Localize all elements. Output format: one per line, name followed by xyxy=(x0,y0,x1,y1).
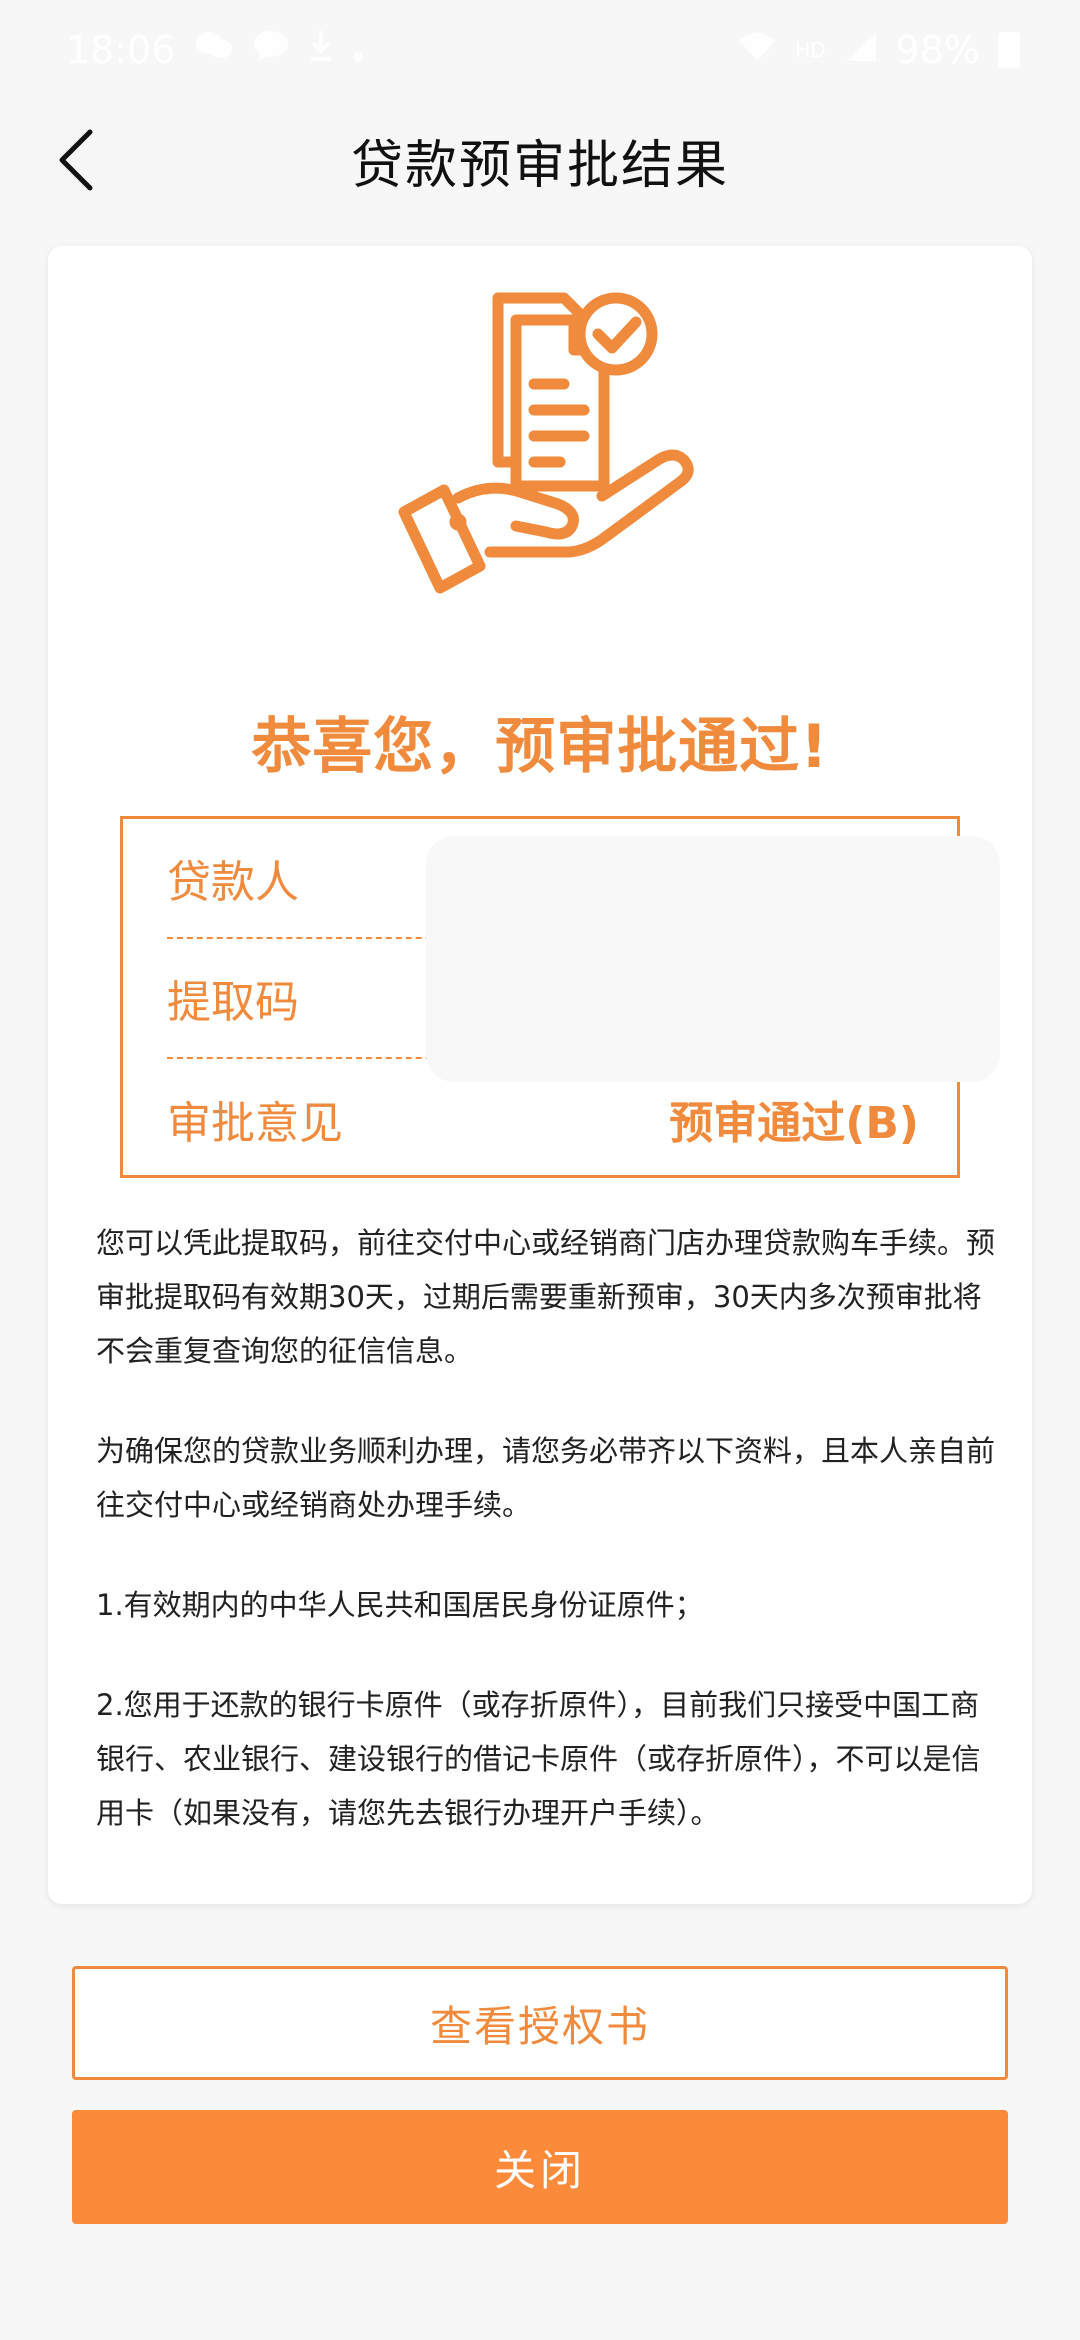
wechat-icon xyxy=(194,28,234,72)
message-icon xyxy=(252,28,290,72)
battery-percent: 98% xyxy=(895,28,980,72)
wifi-icon xyxy=(737,28,777,72)
redaction-overlay xyxy=(426,836,1000,1082)
status-left: 18:06 xyxy=(66,28,364,72)
approval-headline: 恭喜您，预审批通过! xyxy=(251,712,829,782)
network-type: HD xyxy=(795,38,826,62)
view-authorization-button[interactable]: 查看授权书 xyxy=(72,1966,1008,2080)
approval-opinion-label: 审批意见 xyxy=(167,1098,343,1149)
chevron-left-icon xyxy=(56,128,96,196)
page-title: 贷款预审批结果 xyxy=(350,135,729,196)
dot-icon xyxy=(352,28,364,72)
back-button[interactable] xyxy=(36,122,116,202)
result-card: 恭喜您，预审批通过! 贷款人 提取码 审批意见 预审通过(B) 您可以凭此提取码… xyxy=(48,246,1032,1904)
pickup-code-label: 提取码 xyxy=(167,977,299,1028)
status-right: HD 98% xyxy=(737,28,1020,72)
borrower-label: 贷款人 xyxy=(167,857,299,908)
approval-opinion-value: 预审通过(B) xyxy=(669,1098,919,1149)
description-paragraph: 1.有效期内的中华人民共和国居民身份证原件； xyxy=(96,1588,704,1622)
signal-icon xyxy=(844,28,878,72)
download-icon xyxy=(308,28,334,72)
battery-icon xyxy=(998,32,1020,68)
hand-holding-approved-document-icon xyxy=(388,286,728,626)
description-paragraph: 2.您用于还款的银行卡原件（或存折原件），目前我们只接受中国工商银行、农业银行、… xyxy=(96,1688,981,1830)
nav-bar: 贷款预审批结果 xyxy=(0,100,1080,220)
status-bar: 18:06 HD 98% xyxy=(0,0,1080,100)
description-paragraph: 您可以凭此提取码，前往交付中心或经销商门店办理贷款购车手续。预审批提取码有效期3… xyxy=(96,1226,996,1368)
status-time: 18:06 xyxy=(66,28,176,72)
close-button[interactable]: 关闭 xyxy=(72,2110,1008,2224)
description-paragraph: 为确保您的贷款业务顺利办理，请您务必带齐以下资料，且本人亲自前往交付中心或经销商… xyxy=(96,1434,996,1522)
description: 您可以凭此提取码，前往交付中心或经销商门店办理贷款购车手续。预审批提取码有效期3… xyxy=(96,1216,996,1886)
